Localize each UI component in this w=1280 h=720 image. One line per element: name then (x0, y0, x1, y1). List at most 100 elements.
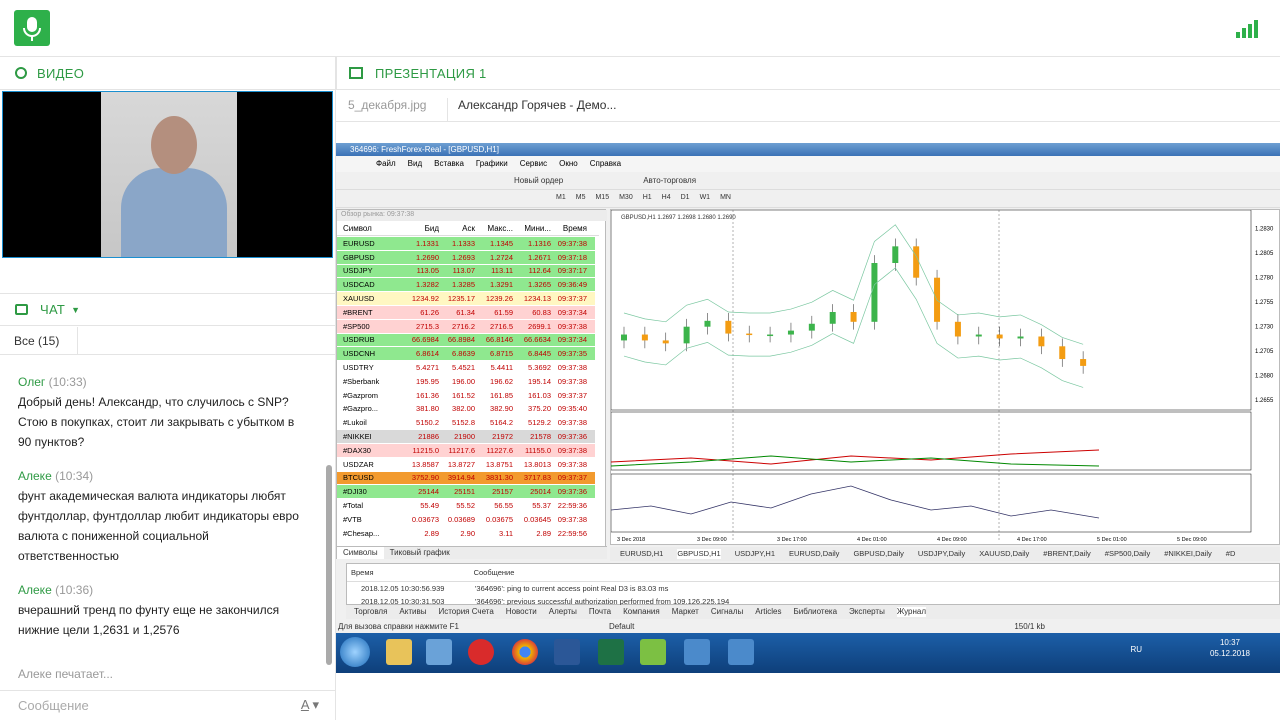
tab-tick-chart[interactable]: Тиковый график (384, 547, 456, 559)
quote-row[interactable]: GBPUSD 1.2690 1.2693 1.2724 1.2671 09:37:18 (337, 250, 595, 265)
file-tab-1[interactable]: 5_декабря.jpg (348, 98, 448, 122)
opera-icon[interactable] (468, 639, 494, 665)
menu-item[interactable]: Вид (408, 159, 422, 169)
terminal-tab[interactable]: Сигналы (711, 607, 743, 617)
terminal-tab[interactable]: Журнал (896, 607, 927, 617)
quote-row[interactable]: #NIKKEI 21886 21900 21972 21578 09:37:36 (337, 430, 595, 444)
terminal-tab[interactable]: Articles (755, 607, 781, 617)
chevron-down-icon[interactable]: ▼ (71, 305, 80, 315)
terminal-tab[interactable]: История Счета (438, 607, 493, 617)
quote-row[interactable]: USDZAR 13.8587 13.8727 13.8751 13.8013 09:37:… (337, 458, 595, 472)
timeframe-button[interactable]: M30 (619, 194, 633, 203)
terminal-tab[interactable]: Библиотека (794, 607, 838, 617)
terminal-tab[interactable]: Активы (399, 607, 426, 617)
quote-row[interactable]: #DJI30 25144 25151 25157 25014 09:37:36 (337, 485, 595, 500)
menu-item[interactable]: Сервис (520, 159, 547, 169)
timeframe-button[interactable]: M15 (595, 194, 609, 203)
file-tab-2[interactable]: Александр Горячев - Демо... (458, 98, 616, 112)
timeframe-button[interactable]: H1 (643, 194, 652, 203)
col-header[interactable]: Бид (409, 224, 439, 235)
menu-item[interactable]: Файл (376, 159, 396, 169)
auto-trading-button[interactable]: Авто-торговля (643, 176, 696, 185)
system-clock[interactable]: 10:37 05.12.2018 (1210, 637, 1250, 659)
chat-section-header[interactable]: ЧАТ ▼ (0, 293, 335, 326)
terminal-tab[interactable]: Маркет (672, 607, 699, 617)
quote-value: 11227.6 (486, 445, 513, 455)
quote-row[interactable]: #Lukoil 5150.2 5152.8 5164.2 5129.2 09:37:38 (337, 416, 595, 431)
quote-row[interactable]: USDCAD 1.3282 1.3285 1.3291 1.3265 09:36:49 (337, 278, 595, 293)
chat-scrollbar[interactable] (326, 465, 332, 665)
language-indicator[interactable]: RU (1130, 645, 1142, 654)
col-header[interactable]: Аск (439, 224, 475, 235)
quote-row[interactable]: #Total 55.49 55.52 56.55 55.37 22:59:36 (337, 499, 595, 513)
terminal-tab[interactable]: Алерты (549, 607, 577, 617)
start-button[interactable] (340, 637, 370, 667)
word-icon[interactable] (554, 639, 580, 665)
menu-item[interactable]: Окно (559, 159, 578, 169)
quote-row[interactable]: #SP500 2715.3 2716.2 2716.5 2699.1 09:37:38 (337, 319, 595, 334)
timeframe-button[interactable]: H4 (662, 194, 671, 203)
quote-value: 21972 (492, 432, 513, 442)
quote-row[interactable]: #Gazpro... 381.80 382.00 382.90 375.20 09:35:… (337, 403, 595, 417)
chart-tab[interactable]: XAUUSD,Daily (979, 549, 1029, 559)
col-header[interactable]: Время (551, 224, 591, 235)
quote-row[interactable]: #VTB 0.03673 0.03689 0.03675 0.03645 09:37:38 (337, 513, 595, 527)
menu-item[interactable]: Графики (476, 159, 508, 169)
freshforex-icon[interactable] (640, 639, 666, 665)
chart-tab[interactable]: #BRENT,Daily (1043, 549, 1091, 559)
chart-tab[interactable]: GBPUSD,Daily (853, 549, 903, 559)
quote-value: 13.8751 (485, 459, 513, 469)
tab-symbols[interactable]: Символы (337, 547, 384, 559)
quote-row[interactable]: #Gazprom 161.36 161.52 161.85 161.03 09:37:37 (337, 389, 595, 403)
quote-row[interactable]: BTCUSD 3752.90 3914.94 3831.30 3717.83 09:37:… (337, 471, 595, 486)
terminal-tab[interactable]: Эксперты (849, 607, 885, 617)
quote-row[interactable]: XAUUSD 1234.92 1235.17 1239.26 1234.13 09:37:… (337, 292, 595, 306)
terminal-tab[interactable]: Торговля (354, 607, 387, 617)
log-header: Время Сообщение (347, 564, 1279, 582)
terminal-app-icon-2[interactable] (728, 639, 754, 665)
video-feed[interactable] (2, 91, 333, 258)
quote-row[interactable]: USDCNH 6.8614 6.8639 6.8715 6.8445 09:37:35 (337, 347, 595, 362)
quote-row[interactable]: #DAX30 11215.0 11217.6 11227.6 11155.0 09:37:… (337, 443, 595, 458)
chart-tab[interactable]: #D (1226, 549, 1236, 559)
price-chart[interactable]: GBPUSD,H1 1.2697 1.2698 1.2680 1.2690 1.2… (610, 209, 1280, 545)
quote-row[interactable]: EURUSD 1.1331 1.1333 1.1345 1.1316 09:37:38 (337, 237, 595, 251)
chart-tab[interactable]: EURUSD,Daily (789, 549, 839, 559)
col-header[interactable]: Мини... (513, 224, 551, 235)
app-icon[interactable] (426, 639, 452, 665)
chart-tab[interactable]: #SP500,Daily (1105, 549, 1150, 559)
chart-tab[interactable]: GBPUSD,H1 (677, 549, 721, 559)
message-input[interactable]: Сообщение A ▾ (0, 690, 335, 720)
excel-icon[interactable] (598, 639, 624, 665)
chart-tab[interactable]: USDJPY,H1 (735, 549, 775, 559)
explorer-icon[interactable] (386, 639, 412, 665)
terminal-tab[interactable]: Компания (623, 607, 660, 617)
chart-tab[interactable]: USDJPY,Daily (918, 549, 965, 559)
tab-all[interactable]: Все (15) (0, 327, 78, 355)
terminal-tab[interactable]: Новости (506, 607, 537, 617)
timeframe-button[interactable]: MN (720, 194, 731, 203)
timeframe-button[interactable]: M5 (576, 194, 586, 203)
text-format-icon[interactable]: A ▾ (301, 697, 319, 713)
quote-row[interactable]: #Sberbank 195.95 196.00 196.62 195.14 09:37:3… (337, 375, 595, 389)
menu-item[interactable]: Справка (590, 159, 621, 169)
terminal-tab[interactable]: Почта (589, 607, 611, 617)
quote-row[interactable]: USDRUB 66.6984 66.8984 66.8146 66.6634 09:37:… (337, 333, 595, 348)
new-order-button[interactable]: Новый ордер (514, 176, 563, 185)
quote-row[interactable]: USDJPY 113.05 113.07 113.11 112.64 09:37:17 (337, 264, 595, 279)
chart-tab[interactable]: EURUSD,H1 (620, 549, 663, 559)
col-header[interactable]: Символ (337, 224, 409, 235)
quote-symbol: USDZAR (343, 459, 374, 469)
quote-row[interactable]: #Chesap... 2.89 2.90 3.11 2.89 22:59:56 (337, 527, 595, 541)
quote-value: 09:37:38 (557, 514, 587, 524)
timeframe-button[interactable]: D1 (681, 194, 690, 203)
chart-tab[interactable]: #NIKKEI,Daily (1164, 549, 1212, 559)
timeframe-button[interactable]: M1 (556, 194, 566, 203)
timeframe-button[interactable]: W1 (700, 194, 711, 203)
terminal-app-icon[interactable] (684, 639, 710, 665)
chrome-icon[interactable] (512, 639, 538, 665)
col-header[interactable]: Макс... (475, 224, 513, 235)
quote-row[interactable]: #BRENT 61.26 61.34 61.59 60.83 09:37:34 (337, 305, 595, 320)
quote-row[interactable]: USDTRY 5.4271 5.4521 5.4411 5.3692 09:37:38 (337, 361, 595, 375)
menu-item[interactable]: Вставка (434, 159, 464, 169)
